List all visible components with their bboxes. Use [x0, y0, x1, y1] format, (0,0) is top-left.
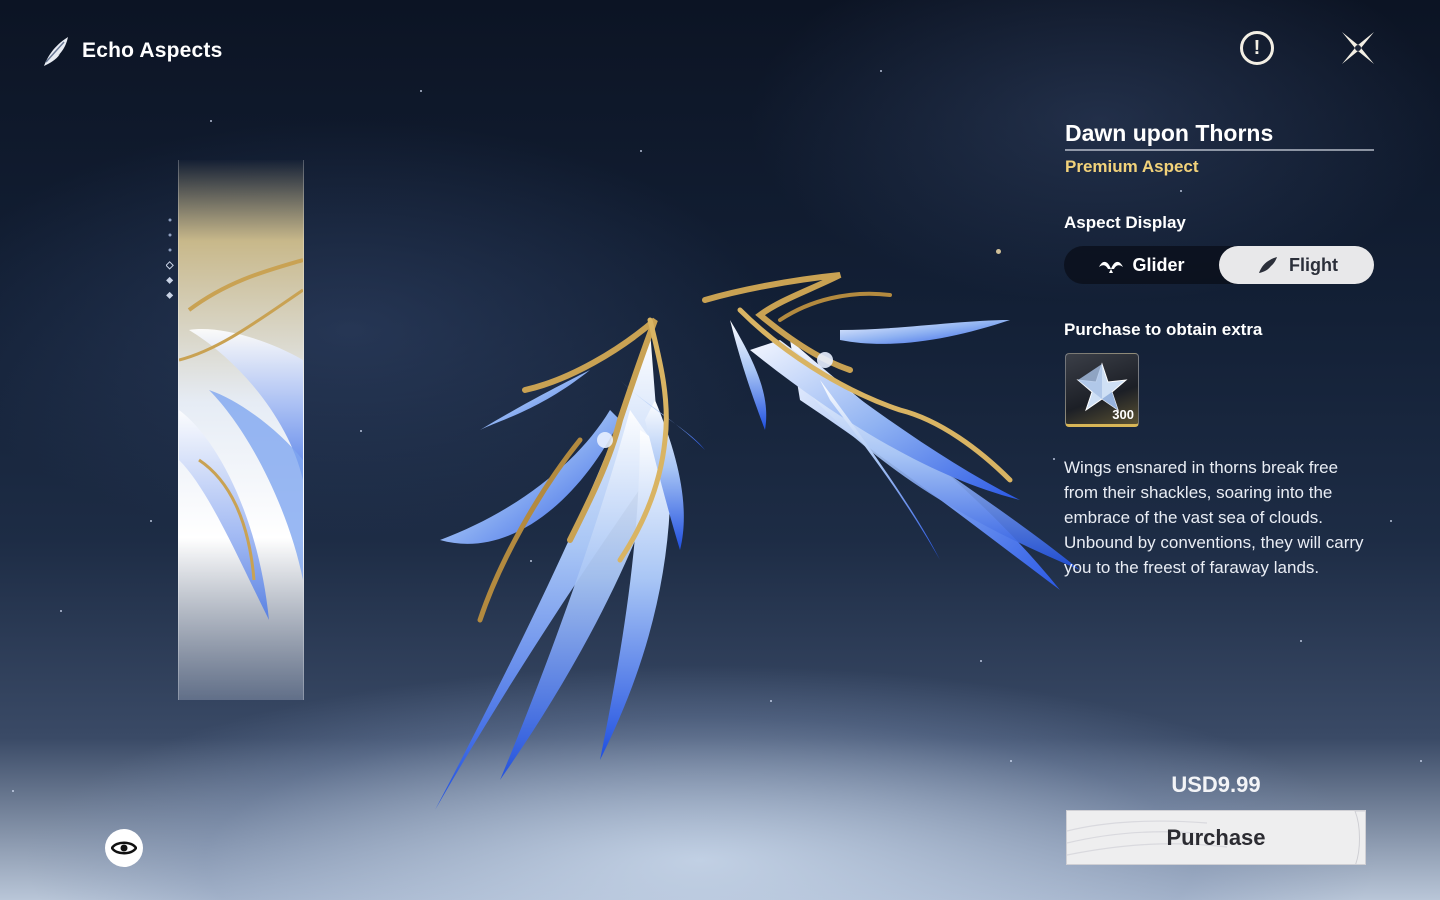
flight-option[interactable]: Flight	[1219, 246, 1374, 284]
purchase-button[interactable]: Purchase	[1066, 810, 1366, 865]
glider-wings-icon	[1099, 261, 1124, 273]
aspect-display-label: Aspect Display	[1064, 213, 1186, 232]
feather-icon	[44, 37, 68, 66]
aspect-display-toggle: Glider Flight	[1064, 246, 1374, 284]
exclamation-circle-icon: !	[1253, 37, 1261, 59]
glider-option-label: Glider	[1132, 254, 1185, 275]
aspect-info-panel: Dawn upon Thorns Premium Aspect Aspect D…	[1064, 120, 1374, 577]
close-x-icon[interactable]	[1338, 28, 1378, 68]
page-header: Echo Aspects	[40, 34, 223, 68]
purchase-extra-label: Purchase to obtain extra	[1064, 320, 1263, 339]
glider-option[interactable]: Glider	[1064, 246, 1219, 284]
preview-toggle-button[interactable]	[105, 829, 143, 867]
purchase-button-label: Purchase	[1166, 824, 1266, 850]
notice-button[interactable]: !	[1240, 31, 1274, 65]
flight-option-label: Flight	[1289, 254, 1338, 275]
wings-artwork	[435, 272, 1080, 810]
flight-wing-icon	[1259, 257, 1277, 273]
aspect-preview-strip[interactable]	[178, 160, 304, 700]
aspect-description: Wings ensnared in thorns break free from…	[1064, 458, 1364, 577]
price-label: USD9.99	[1171, 772, 1261, 797]
reward-item[interactable]: 300	[1065, 353, 1139, 427]
eye-icon	[111, 841, 137, 855]
reward-quantity: 300	[1112, 407, 1134, 422]
scroll-indicator	[166, 218, 174, 299]
aspect-tier: Premium Aspect	[1065, 157, 1199, 176]
page-title: Echo Aspects	[82, 39, 223, 62]
aspect-name: Dawn upon Thorns	[1065, 120, 1374, 151]
